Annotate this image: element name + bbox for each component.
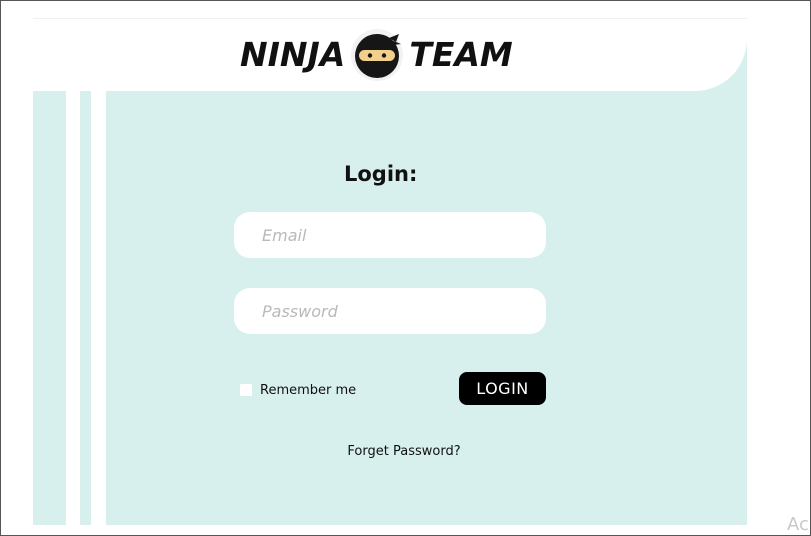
decorative-stripe <box>91 90 106 525</box>
remember-me-row: Remember me <box>240 381 356 399</box>
decorative-stripe <box>66 90 80 525</box>
remember-me-label: Remember me <box>260 382 357 398</box>
email-input[interactable] <box>234 212 546 258</box>
logo-word-team: TEAM <box>409 34 513 74</box>
ninja-face-icon <box>351 29 404 81</box>
header-bar: NINJA TEAM <box>33 18 747 91</box>
logo-word-ninja: NINJA <box>240 34 346 74</box>
ninja-team-logo: NINJA TEAM <box>240 24 513 84</box>
login-panel: NINJA TEAM Login: Remember me <box>33 18 747 525</box>
corner-overlay-text: Ac <box>787 514 809 535</box>
remember-me-checkbox[interactable] <box>240 384 252 396</box>
page-frame: NINJA TEAM Login: Remember me <box>0 0 811 536</box>
forgot-password-link[interactable]: Forget Password? <box>33 444 747 459</box>
login-title: Login: <box>344 162 418 186</box>
login-button[interactable]: LOGIN <box>459 372 546 405</box>
password-input[interactable] <box>234 288 546 334</box>
